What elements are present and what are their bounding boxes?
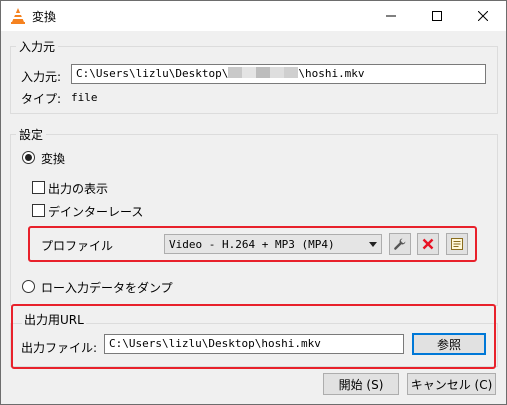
settings-group-title: 設定 (16, 126, 47, 143)
browse-button-label: 参照 (436, 337, 461, 352)
convert-dialog: 変換 入力元 入力元: C:\Users\lizlu\Desktop\ \hosh… (0, 0, 507, 405)
profile-label: プロファイル (41, 239, 114, 253)
redacted-path-segment (228, 67, 299, 78)
chevron-down-icon (369, 242, 377, 247)
convert-radio-label[interactable]: 変換 (41, 150, 65, 167)
cancel-button[interactable]: キャンセル (C) (407, 373, 496, 395)
deinterlace-checkbox[interactable] (32, 204, 45, 217)
delete-x-icon (422, 238, 434, 250)
close-button[interactable] (460, 1, 506, 31)
profile-select-value: Video - H.264 + MP3 (MP4) (169, 238, 335, 251)
cancel-button-label: キャンセル (C) (410, 377, 493, 392)
vlc-cone-icon (11, 8, 25, 24)
maximize-icon (432, 11, 442, 21)
wrench-icon (394, 238, 406, 250)
dump-raw-radio[interactable] (22, 280, 35, 293)
close-icon (478, 11, 488, 21)
show-output-checkbox[interactable] (32, 181, 45, 194)
edit-profile-button[interactable] (389, 233, 411, 255)
new-profile-button[interactable] (446, 233, 468, 255)
minimize-icon (386, 15, 396, 17)
output-file-field[interactable]: C:\Users\lizlu\Desktop\hoshi.mkv (104, 334, 404, 354)
start-button-label: 開始 (S) (338, 377, 384, 392)
output-file-value: C:\Users\lizlu\Desktop\hoshi.mkv (109, 337, 321, 350)
window-title: 変換 (32, 10, 57, 24)
source-path-prefix: C:\Users\lizlu\Desktop\ (76, 67, 229, 80)
source-type-value: file (71, 91, 98, 104)
deinterlace-label[interactable]: デインターレース (48, 203, 143, 220)
output-file-label: 出力ファイル: (21, 341, 98, 355)
title-bar[interactable]: 変換 (1, 1, 506, 31)
source-path-suffix: \hoshi.mkv (298, 67, 365, 80)
dump-raw-label[interactable]: ロー入力データをダンプ (41, 279, 173, 296)
convert-radio[interactable] (22, 151, 35, 164)
new-profile-icon (451, 238, 463, 250)
source-path-field[interactable]: C:\Users\lizlu\Desktop\ \hoshi.mkv (71, 64, 486, 84)
source-group-title: 入力元 (16, 38, 59, 55)
maximize-button[interactable] (414, 1, 460, 31)
source-input-label: 入力元: (21, 70, 62, 84)
browse-button[interactable]: 参照 (412, 333, 486, 355)
delete-profile-button[interactable] (417, 233, 439, 255)
source-type-label: タイプ: (21, 92, 62, 106)
start-button[interactable]: 開始 (S) (323, 373, 399, 395)
minimize-button[interactable] (368, 1, 414, 31)
show-output-label[interactable]: 出力の表示 (48, 180, 108, 197)
profile-select[interactable]: Video - H.264 + MP3 (MP4) (164, 234, 382, 254)
destination-group-title: 出力用URL (22, 311, 86, 328)
